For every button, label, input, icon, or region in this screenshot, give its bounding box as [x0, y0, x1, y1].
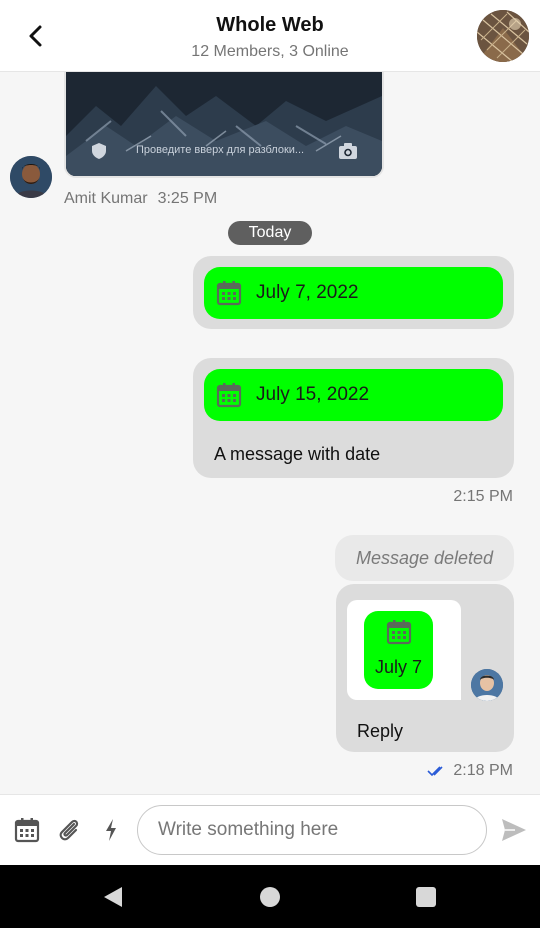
send-icon	[502, 819, 526, 841]
message-time: 2:18 PM	[453, 762, 513, 779]
deleted-message[interactable]: Message deleted	[335, 535, 514, 581]
date-message-bubble[interactable]: July 7, 2022	[193, 256, 514, 329]
date-chip-text: July 15, 2022	[256, 384, 370, 405]
message-time: 2:15 PM	[453, 488, 513, 505]
message-text: A message with date	[214, 444, 381, 464]
message-input[interactable]	[137, 805, 487, 855]
nav-recents-icon[interactable]	[416, 887, 436, 907]
date-chip[interactable]: July 7, 2022	[204, 267, 503, 319]
quoted-message[interactable]: July 7	[347, 600, 461, 700]
date-message-bubble[interactable]: July 15, 2022 A message with date	[193, 358, 514, 478]
message-feed[interactable]: Проведите вверх для разблоки... Amit Kum…	[0, 72, 540, 794]
calendar-icon	[386, 620, 412, 645]
system-nav-bar	[0, 865, 540, 928]
double-check-icon	[427, 766, 443, 777]
attach-button[interactable]	[56, 817, 82, 843]
image-message[interactable]: Проведите вверх для разблоки...	[64, 72, 384, 178]
lightning-icon	[106, 819, 116, 841]
group-subtitle: 12 Members, 3 Online	[191, 43, 349, 60]
date-chip[interactable]: July 15, 2022	[204, 369, 503, 421]
chat-header: Whole Web 12 Members, 3 Online	[0, 0, 540, 72]
read-receipt-row: 2:18 PM	[427, 762, 513, 780]
sender-meta: Amit Kumar 3:25 PM	[64, 190, 217, 208]
nav-back-icon[interactable]	[102, 885, 124, 909]
quick-action-button[interactable]	[98, 817, 124, 843]
date-chip-text: July 7, 2022	[256, 282, 359, 303]
quoted-author-avatar	[471, 669, 503, 701]
calendar-icon	[14, 818, 40, 843]
lock-screen-text: Проведите вверх для разблоки...	[136, 144, 305, 156]
send-button[interactable]	[499, 815, 529, 845]
calendar-icon	[216, 281, 242, 306]
group-title: Whole Web	[216, 14, 324, 36]
nav-home-icon[interactable]	[260, 887, 280, 907]
calendar-icon	[216, 383, 242, 408]
quoted-date-text: July 7	[374, 657, 423, 677]
date-separator: Today	[228, 221, 312, 245]
group-avatar[interactable]	[477, 10, 529, 62]
paperclip-icon	[59, 819, 79, 841]
message-text: Reply	[357, 721, 404, 741]
sender-name: Amit Kumar	[64, 190, 148, 207]
message-composer	[0, 794, 540, 865]
sender-avatar[interactable]	[10, 156, 52, 198]
reply-message-bubble[interactable]: July 7 Reply	[336, 584, 514, 752]
calendar-button[interactable]	[14, 817, 40, 843]
quoted-date-chip: July 7	[364, 611, 433, 689]
lock-shield-icon	[92, 143, 106, 159]
camera-icon	[339, 143, 357, 159]
message-time: 3:25 PM	[157, 190, 218, 207]
